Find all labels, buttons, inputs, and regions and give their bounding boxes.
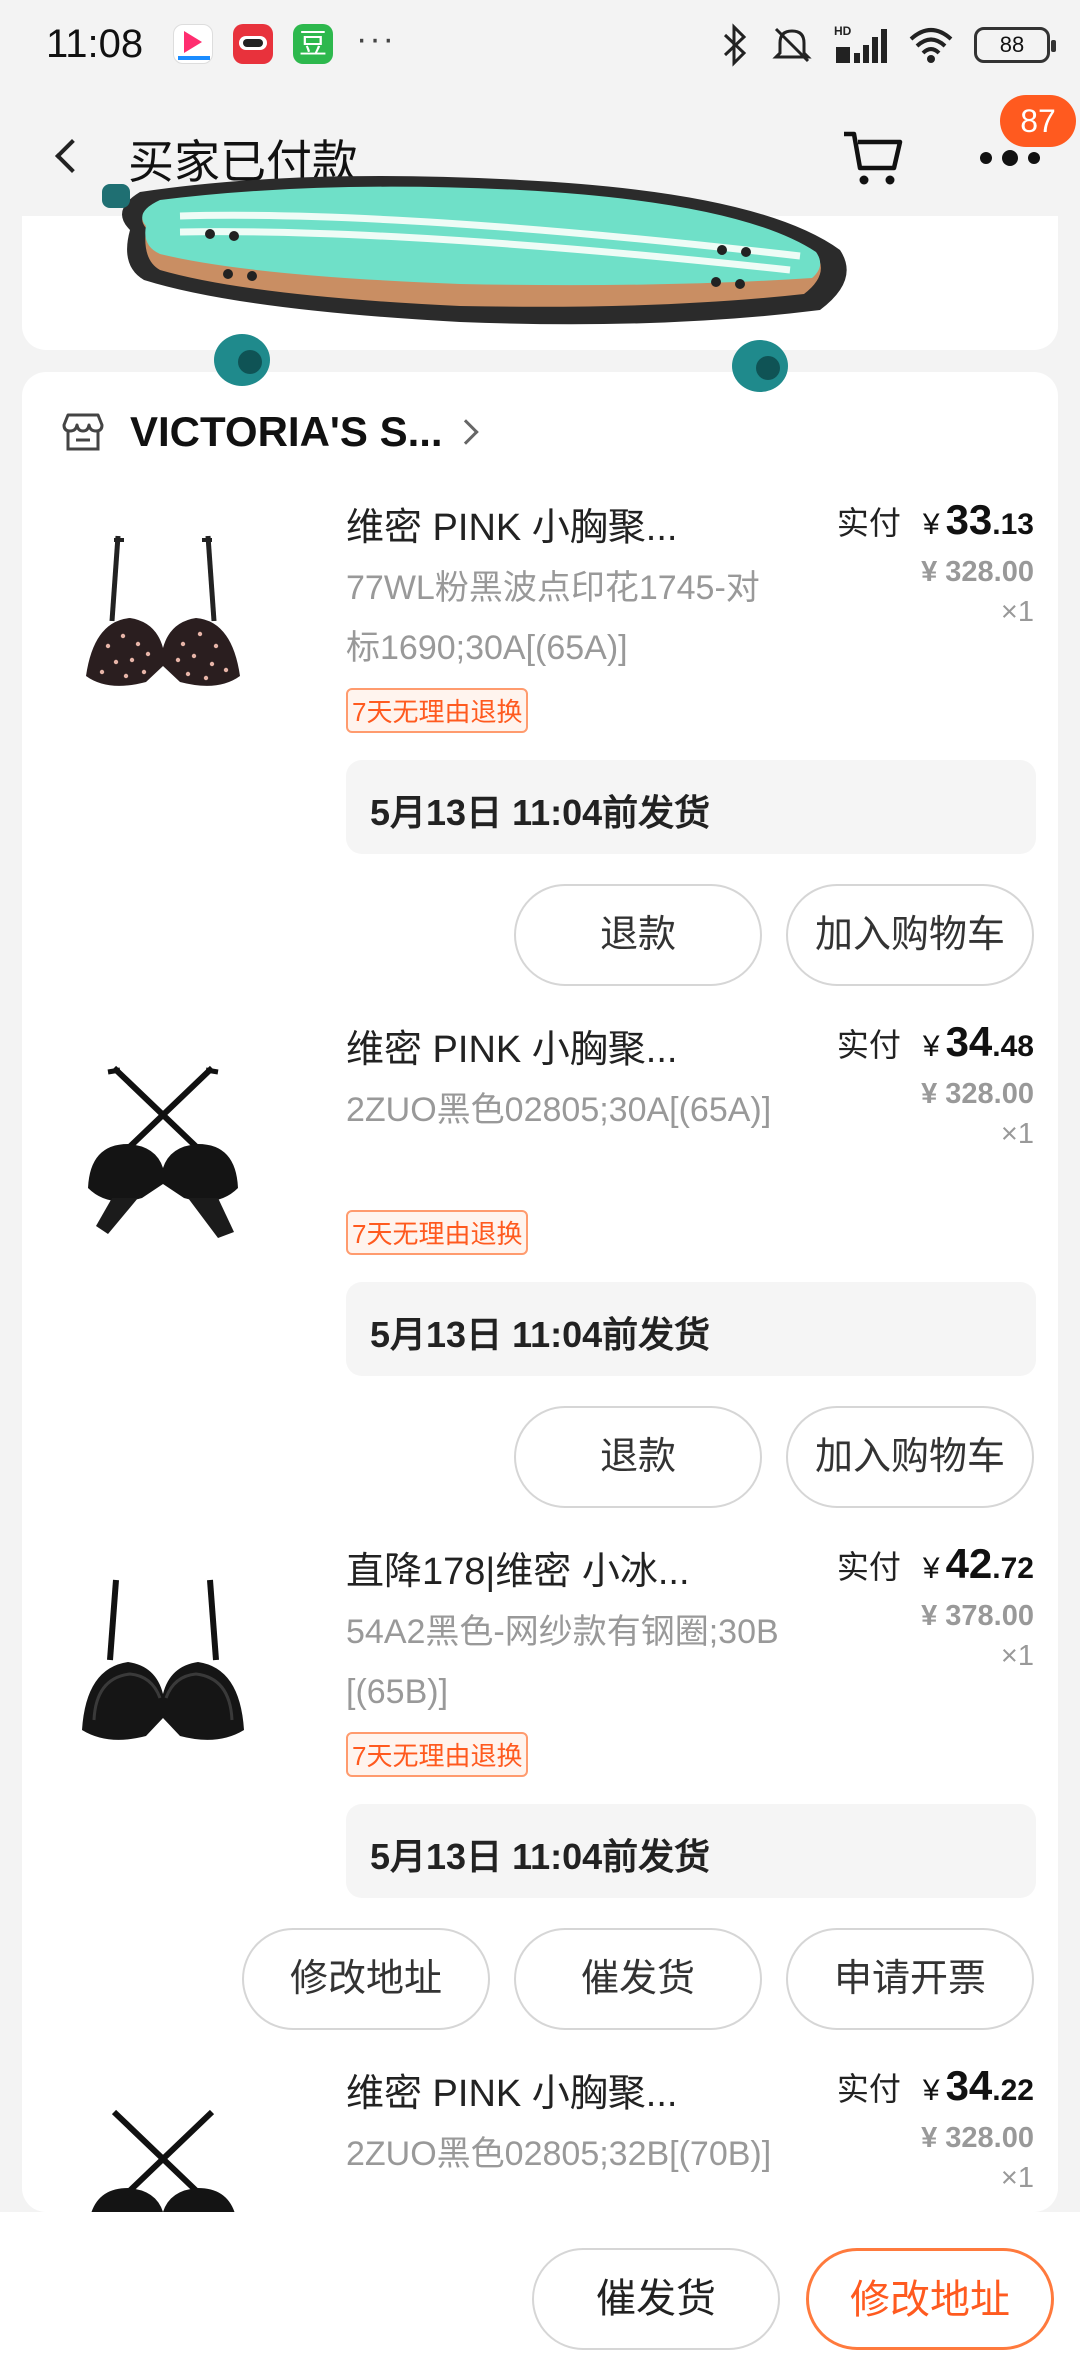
- paid-price: 实付 ¥ 34 .48: [837, 1018, 1034, 1066]
- urge-shipment-button[interactable]: 催发货: [532, 2248, 780, 2350]
- urge-shipment-button[interactable]: 催发货: [514, 1928, 762, 2030]
- douban-icon: 豆: [293, 24, 333, 64]
- shipping-deadline-text: 5月13日 11:04前发货: [370, 1836, 711, 1877]
- store-order-card: VICTORIA'S S... 维密 PINK 小胸聚... 77WL粉黑波点印…: [22, 372, 1058, 2212]
- currency-symbol: ¥: [922, 1030, 940, 1063]
- svg-text:HD: HD: [834, 24, 852, 38]
- original-price: ¥ 328.00: [921, 2122, 1034, 2154]
- shipping-deadline: 5月13日 11:04前发货: [346, 1804, 1036, 1898]
- product-image[interactable]: [68, 1048, 258, 1248]
- price-label: 实付: [836, 1549, 901, 1585]
- battery-icon: 88: [974, 27, 1056, 63]
- return-policy-tag: 7天无理由退换: [346, 1732, 529, 1777]
- mute-icon: [772, 27, 812, 63]
- store-name: VICTORIA'S S...: [130, 408, 443, 455]
- status-time: 11:08: [46, 22, 144, 66]
- request-invoice-button[interactable]: 申请开票: [786, 1928, 1034, 2030]
- bluetooth-icon: [723, 23, 747, 67]
- price-label: 实付: [836, 1027, 901, 1063]
- shipping-deadline: 5月13日 11:04前发货: [346, 760, 1036, 854]
- item-title: 维密 PINK 小胸聚...: [346, 1029, 678, 1071]
- item-quantity: ×1: [1000, 1118, 1034, 1150]
- paid-price: 实付 ¥ 34 .22: [837, 2062, 1034, 2110]
- return-policy-tag: 7天无理由退换: [346, 1210, 529, 1255]
- more-dot-icon: [1002, 150, 1018, 166]
- price-label: 实付: [836, 505, 901, 541]
- price-decimal: .13: [992, 508, 1034, 541]
- original-price: ¥ 328.00: [921, 556, 1034, 588]
- store-icon: [62, 413, 104, 451]
- price-integer: 33: [945, 496, 993, 543]
- add-to-cart-button[interactable]: 加入购物车: [786, 1406, 1034, 1508]
- refund-button[interactable]: 退款: [514, 884, 762, 986]
- price-integer: 34: [945, 2062, 993, 2109]
- more-notifications-icon: ···: [356, 20, 396, 58]
- price-label: 实付: [836, 2071, 901, 2107]
- currency-symbol: ¥: [922, 508, 940, 541]
- currency-symbol: ¥: [922, 2074, 940, 2107]
- product-image[interactable]: [68, 526, 258, 726]
- back-button[interactable]: [44, 126, 104, 186]
- item-sku: 2ZUO黑色02805;32B[(70B)]: [346, 2135, 772, 2173]
- item-quantity: ×1: [1000, 596, 1034, 628]
- item-title: 维密 PINK 小胸聚...: [346, 2073, 678, 2115]
- product-image[interactable]: [68, 2092, 258, 2212]
- original-price: ¥ 328.00: [921, 1078, 1034, 1110]
- skateboard-sticker-icon: [102, 176, 847, 392]
- paid-price: 实付 ¥ 33 .13: [837, 496, 1034, 544]
- item-title: 直降178|维密 小冰...: [346, 1551, 690, 1593]
- price-integer: 42: [945, 1540, 993, 1587]
- chevron-right-icon: [452, 419, 479, 445]
- app-icon: [233, 24, 273, 64]
- more-dot-icon: [980, 152, 992, 164]
- paid-price: 实付 ¥ 42 .72: [837, 1540, 1034, 1588]
- add-to-cart-button[interactable]: 加入购物车: [786, 884, 1034, 986]
- item-sku: 54A2黑色-网纱款有钢圈;30B[(65B)]: [346, 1613, 779, 1711]
- modify-address-button[interactable]: 修改地址: [242, 1928, 490, 2030]
- wifi-icon: [909, 28, 953, 63]
- price-decimal: .48: [992, 1030, 1034, 1063]
- bottom-action-bar: 催发货 修改地址: [0, 2212, 1080, 2376]
- price-decimal: .72: [992, 1552, 1034, 1585]
- item-quantity: ×1: [1000, 2162, 1034, 2194]
- shipping-deadline: 5月13日 11:04前发货: [346, 1282, 1036, 1376]
- shipping-deadline-text: 5月13日 11:04前发货: [370, 1314, 711, 1355]
- currency-symbol: ¥: [922, 1552, 940, 1585]
- modify-address-button[interactable]: 修改地址: [806, 2248, 1054, 2350]
- youku-icon: [173, 24, 213, 64]
- item-title: 维密 PINK 小胸聚...: [346, 507, 678, 549]
- message-count-badge: 87: [1000, 95, 1076, 147]
- item-quantity: ×1: [1000, 1640, 1034, 1672]
- original-price: ¥ 378.00: [921, 1600, 1034, 1632]
- status-icons: HD 88: [720, 20, 1056, 70]
- item-sku: 77WL粉黑波点印花1745-对标1690;30A[(65A)]: [346, 569, 760, 667]
- more-dot-icon: [1028, 152, 1040, 164]
- product-image[interactable]: [68, 1570, 258, 1770]
- price-decimal: .22: [992, 2074, 1034, 2107]
- refund-button[interactable]: 退款: [514, 1406, 762, 1508]
- status-bar: 11:08 豆 ··· HD 88: [0, 0, 1080, 96]
- shipping-deadline-text: 5月13日 11:04前发货: [370, 792, 711, 833]
- signal-icon: HD: [834, 24, 887, 63]
- item-sku: 2ZUO黑色02805;30A[(65A)]: [346, 1091, 772, 1129]
- return-policy-tag: 7天无理由退换: [346, 688, 529, 733]
- store-header[interactable]: VICTORIA'S S...: [60, 402, 479, 462]
- price-integer: 34: [945, 1018, 993, 1065]
